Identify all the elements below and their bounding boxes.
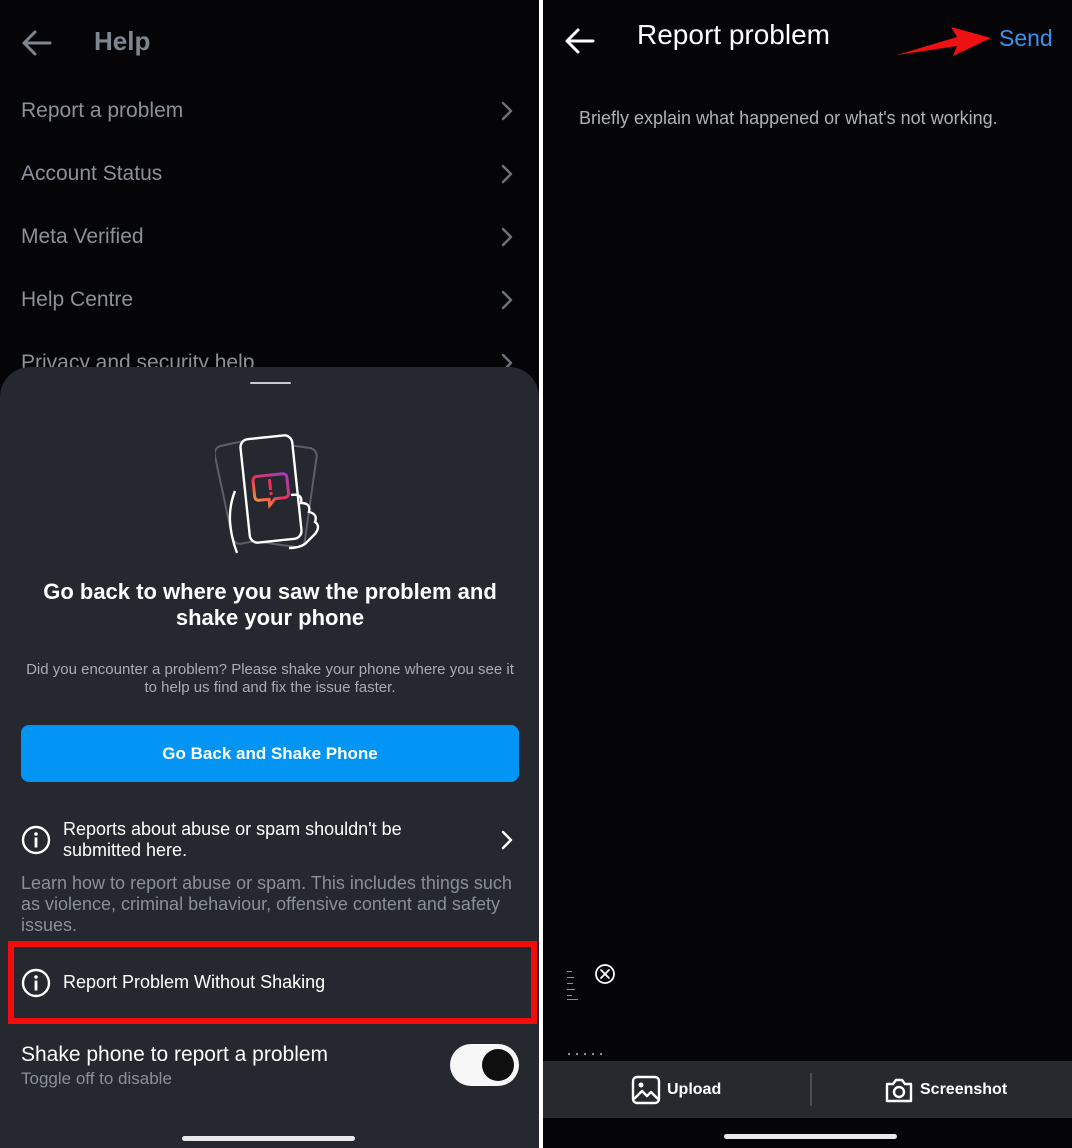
shake-toggle-switch[interactable] <box>450 1044 519 1086</box>
menu-item-meta-verified[interactable]: Meta Verified <box>0 205 539 268</box>
menu-item-account-status[interactable]: Account Status <box>0 142 539 205</box>
shake-bottom-sheet: Go back to where you saw the problem and… <box>0 367 539 1148</box>
page-title: Help <box>94 26 151 56</box>
home-indicator <box>182 1136 355 1141</box>
learn-more-text: Learn how to report abuse or spam. This … <box>21 873 512 935</box>
screenshot-label: Screenshot <box>920 1080 1008 1098</box>
shake-toggle-subtitle: Toggle off to disable <box>21 1069 172 1088</box>
problem-description-input[interactable]: Briefly explain what happened or what's … <box>579 108 998 129</box>
send-button[interactable]: Send <box>999 25 1053 52</box>
menu-item-label: Report a problem <box>21 98 184 122</box>
camera-icon <box>885 1078 913 1102</box>
chevron-right-icon <box>501 830 513 850</box>
menu-item-report-problem[interactable]: Report a problem <box>0 79 539 142</box>
attachment-bar: Upload Screenshot <box>543 1061 1072 1118</box>
screenshot-thumbnail[interactable] <box>563 968 587 1008</box>
back-arrow-icon[interactable] <box>20 28 52 58</box>
info-icon <box>21 825 51 855</box>
page-title: Report problem <box>637 19 830 50</box>
help-header: Help <box>0 0 539 84</box>
menu-item-label: Account Status <box>21 161 163 185</box>
chevron-right-icon <box>501 101 513 120</box>
menu-item-help-centre[interactable]: Help Centre <box>0 268 539 331</box>
chevron-right-icon <box>501 227 513 246</box>
help-screen: Help Report a problem Account Status Met… <box>0 0 539 1148</box>
red-annotation-arrow <box>897 27 991 56</box>
home-indicator <box>724 1134 897 1139</box>
chevron-right-icon <box>501 290 513 309</box>
thumbnail-nav-dots <box>568 1053 602 1055</box>
upload-button[interactable]: Upload <box>631 1061 721 1118</box>
menu-item-label: Meta Verified <box>21 224 144 248</box>
sheet-description: Did you encounter a problem? Please shak… <box>26 661 514 696</box>
abuse-notice-text: Reports about abuse or spam shouldn't be… <box>63 819 402 860</box>
back-arrow-icon[interactable] <box>563 26 595 56</box>
image-icon <box>631 1075 661 1104</box>
toggle-knob <box>482 1049 514 1081</box>
report-problem-screen: Report problem Send Briefly explain what… <box>543 0 1072 1148</box>
chevron-right-icon <box>501 164 513 183</box>
sheet-drag-handle[interactable] <box>250 382 291 384</box>
screenshot-button[interactable]: Screenshot <box>884 1061 1007 1118</box>
shake-toggle-title: Shake phone to report a problem <box>21 1043 329 1066</box>
system-nav-area <box>543 1118 1072 1148</box>
abuse-notice-row[interactable]: Reports about abuse or spam shouldn't be… <box>0 817 539 867</box>
go-back-shake-button[interactable]: Go Back and Shake Phone <box>21 725 519 782</box>
bar-divider <box>810 1073 812 1106</box>
upload-label: Upload <box>667 1080 722 1098</box>
sheet-title: Go back to where you saw the problem and… <box>43 579 497 630</box>
menu-item-label: Help Centre <box>21 287 134 311</box>
close-circle-icon[interactable] <box>594 963 616 985</box>
phone-shake-illustration <box>215 434 320 554</box>
red-highlight-box <box>8 941 537 1024</box>
